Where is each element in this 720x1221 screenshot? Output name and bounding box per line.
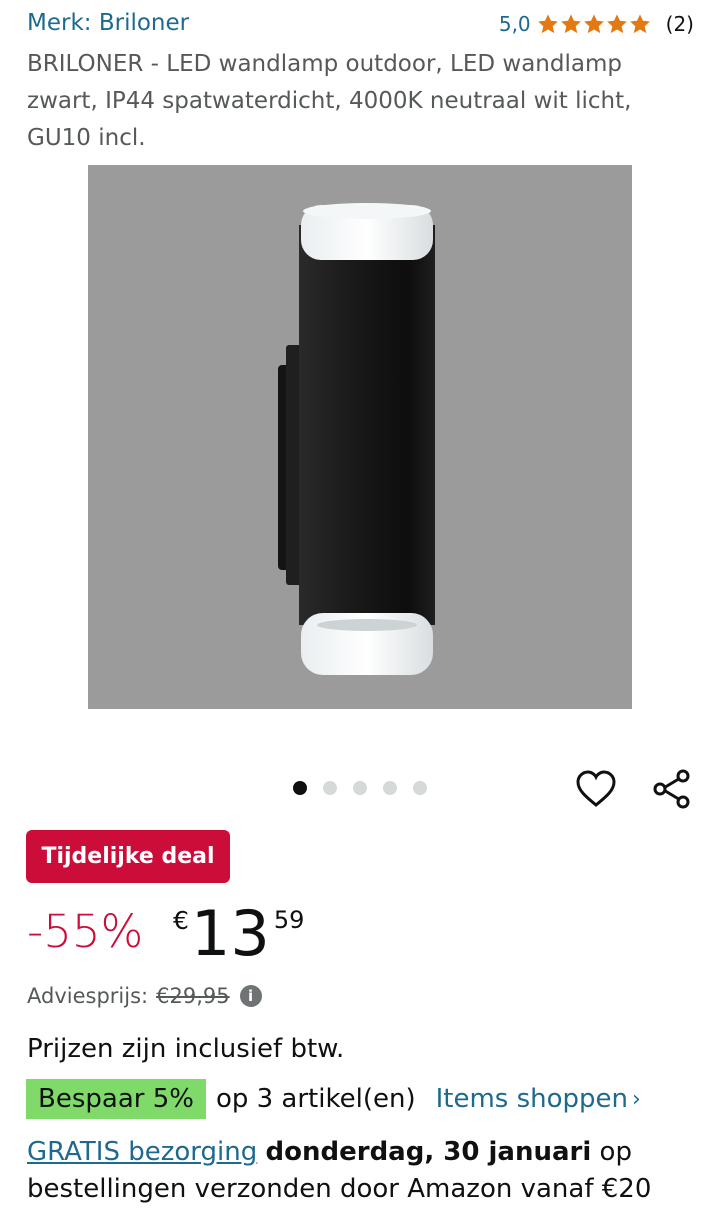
star-rating: [537, 13, 652, 35]
list-price-label: Adviesprijs:: [27, 984, 149, 1008]
rating-summary[interactable]: 5,0 (2): [499, 12, 694, 36]
product-image[interactable]: [88, 165, 632, 709]
vat-note: Prijzen zijn inclusief btw.: [27, 1034, 345, 1064]
delivery-info: GRATIS bezorging donderdag, 30 januari o…: [27, 1134, 697, 1208]
carousel-dot[interactable]: [323, 781, 337, 795]
star-icon: [606, 14, 627, 34]
free-delivery-link[interactable]: GRATIS bezorging: [27, 1137, 257, 1167]
share-icon[interactable]: [650, 768, 692, 810]
rating-value: 5,0: [498, 12, 531, 36]
carousel-dot[interactable]: [413, 781, 427, 795]
multi-buy-offer: Bespaar 5% op 3 artikel(en) Items shoppe…: [26, 1079, 641, 1119]
carousel-dot[interactable]: [353, 781, 367, 795]
wall-lamp-illustration: [278, 203, 435, 675]
carousel-dot[interactable]: [383, 781, 397, 795]
save-badge: Bespaar 5%: [26, 1079, 206, 1119]
info-icon[interactable]: i: [239, 985, 262, 1007]
delivery-date: donderdag, 30 januari: [265, 1137, 592, 1167]
rating-count: (2): [665, 12, 694, 36]
discount-percentage: -55%: [27, 905, 144, 958]
product-title: BRILONER - LED wandlamp outdoor, LED wan…: [27, 51, 632, 151]
price-fraction: 59: [273, 906, 305, 934]
star-icon: [583, 14, 604, 34]
image-carousel-dots[interactable]: [293, 781, 443, 795]
star-icon: [537, 14, 558, 34]
star-icon: [560, 14, 581, 34]
chevron-right-icon[interactable]: ›: [632, 1087, 641, 1112]
heart-icon[interactable]: [575, 769, 617, 809]
save-text: op 3 artikel(en): [215, 1084, 416, 1114]
carousel-dot[interactable]: [293, 781, 307, 795]
price-currency: €: [173, 906, 189, 935]
price-whole: 13: [190, 897, 270, 970]
list-price: Adviesprijs: €29,95 i: [27, 984, 262, 1008]
deal-badge: Tijdelijke deal: [26, 830, 230, 883]
shop-items-link[interactable]: Items shoppen: [436, 1084, 628, 1114]
price: € 13 59: [173, 898, 304, 970]
star-icon: [629, 14, 650, 34]
list-price-value: €29,95: [156, 984, 230, 1008]
brand-link[interactable]: Merk: Briloner: [27, 10, 189, 36]
